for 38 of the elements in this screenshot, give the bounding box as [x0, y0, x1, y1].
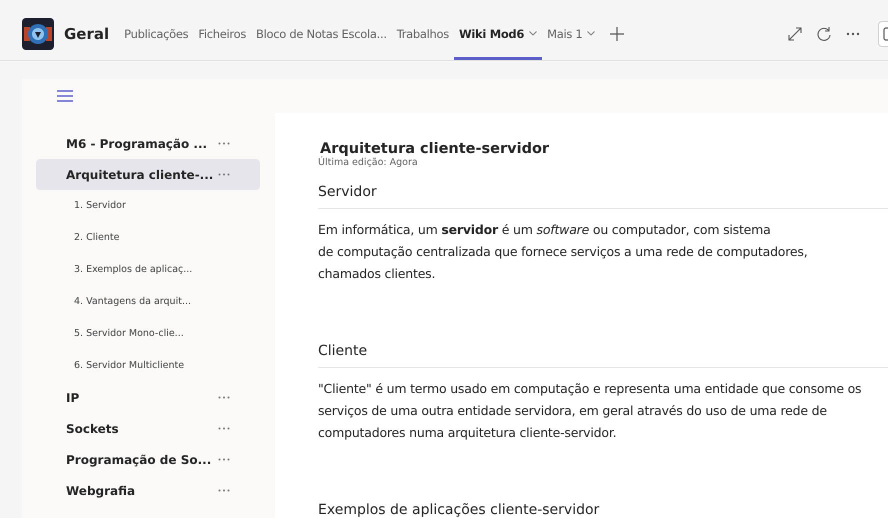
menu-icon[interactable] [57, 90, 73, 102]
tab[interactable]: Wiki Mod6 [454, 7, 542, 60]
tab[interactable]: Publicações [119, 7, 194, 60]
refresh-icon[interactable] [816, 26, 832, 42]
more-icon[interactable] [218, 396, 230, 399]
section-heading: Exemplos de aplicações cliente-servidor [318, 502, 600, 518]
sidebar-subitem[interactable]: 2. Cliente [22, 222, 275, 254]
paragraph: Em informática, um servidor é um software ou computador, com sistema de computação centralizada que fornece serviços a uma rede de computadores, chamados clientes. [318, 221, 808, 283]
tab[interactable]: Mais 1 [542, 7, 600, 60]
last-edit-text: Última edição: Agora [318, 157, 419, 168]
sidebar-subitem[interactable]: 3. Exemplos de aplicaç... [22, 254, 275, 286]
sidebar-item[interactable]: Sockets [36, 413, 260, 444]
plus-icon[interactable] [610, 26, 624, 40]
more-icon[interactable] [218, 458, 230, 461]
page-title: Arquitetura cliente-servidor [320, 141, 550, 157]
sidebar-item[interactable]: IP [36, 382, 260, 413]
more-icon[interactable] [218, 489, 230, 492]
sidebar-subitem[interactable]: 1. Servidor [22, 190, 275, 222]
sidebar-item[interactable]: M6 - Programação ... [36, 128, 260, 159]
section-heading: Cliente [318, 343, 368, 361]
sidebar-subitem[interactable]: 5. Servidor Mono-clie... [22, 318, 275, 350]
paragraph: "Cliente" é um termo usado em computação e representa uma entidade que consome os serviços de uma outra entidade servidora, em geral através do uso de uma rede de computadores numa arquitetura cliente-servidor. [318, 380, 862, 442]
team-logo-icon [22, 18, 54, 50]
sidebar-subitem[interactable]: 4. Vantagens da arquit... [22, 286, 275, 318]
tab[interactable]: Trabalhos [392, 7, 454, 60]
more-icon[interactable] [218, 427, 230, 430]
tab[interactable]: Ficheiros [193, 7, 252, 60]
more-icon[interactable] [218, 142, 230, 145]
more-icon[interactable] [846, 32, 860, 36]
sidebar-subitem[interactable]: 6. Servidor Multicliente [22, 350, 275, 382]
sidebar-item[interactable]: Arquitetura cliente-... [36, 159, 260, 190]
tab[interactable]: Bloco de Notas Escola... [251, 7, 392, 60]
expand-icon[interactable] [788, 26, 802, 40]
sidebar-item[interactable]: Programação de So... [36, 444, 260, 475]
team-name: Geral [64, 24, 110, 42]
section-heading: Servidor [318, 184, 378, 202]
sidebar-item[interactable]: Webgrafia [36, 475, 260, 506]
more-icon[interactable] [218, 173, 230, 176]
